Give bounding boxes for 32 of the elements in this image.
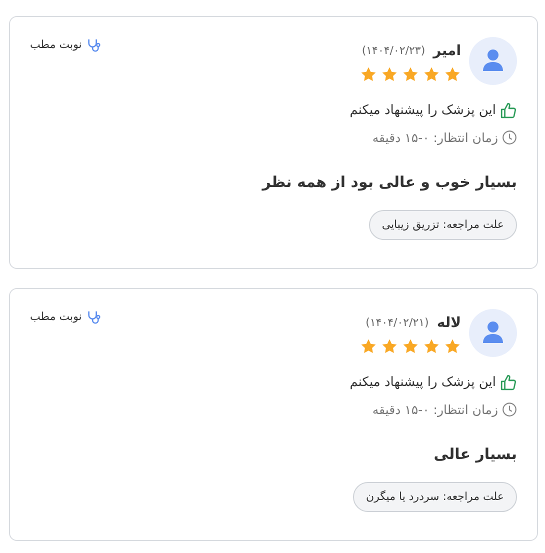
visit-type: نوبت مطب <box>30 37 82 53</box>
wait-time: زمان انتظار: ۰-۱۵ دقیقه <box>372 400 498 419</box>
avatar-icon <box>469 37 517 85</box>
clock-icon <box>502 402 517 418</box>
star-icon <box>360 338 377 355</box>
stethoscope-icon <box>86 310 101 325</box>
thumbs-up-icon <box>500 374 517 392</box>
star-icon <box>402 66 419 83</box>
visit-reason-tag: علت مراجعه: تزریق زیبایی <box>368 210 517 240</box>
star-icon <box>381 66 398 83</box>
star-icon <box>444 66 461 83</box>
stethoscope-icon <box>86 38 101 53</box>
visit-type: نوبت مطب <box>30 309 82 325</box>
clock-icon <box>502 130 517 146</box>
recommendation-text: این پزشک را پیشنهاد میکنم <box>350 374 496 392</box>
avatar-icon <box>469 309 517 357</box>
star-icon <box>423 66 440 83</box>
review-comment: بسیار خوب و عالی بود از همه نظر <box>260 172 517 194</box>
star-icon <box>402 338 419 355</box>
review-date: (۱۴۰۴/۰۲/۲۳) <box>362 43 426 60</box>
reviewer-name: امیر <box>433 42 461 61</box>
reviewer-name: لاله <box>436 314 461 333</box>
recommendation-text: این پزشک را پیشنهاد میکنم <box>350 102 496 120</box>
visit-reason-tag: علت مراجعه: سردرد یا میگرن <box>353 482 517 512</box>
thumbs-up-icon <box>500 102 517 120</box>
star-icon <box>360 66 377 83</box>
star-icon <box>423 338 440 355</box>
review-comment: بسیار عالی <box>432 444 517 466</box>
star-icon <box>381 338 398 355</box>
wait-time: زمان انتظار: ۰-۱۵ دقیقه <box>372 128 498 147</box>
review-date: (۱۴۰۴/۰۲/۲۱) <box>366 315 429 332</box>
star-icon <box>444 338 461 355</box>
